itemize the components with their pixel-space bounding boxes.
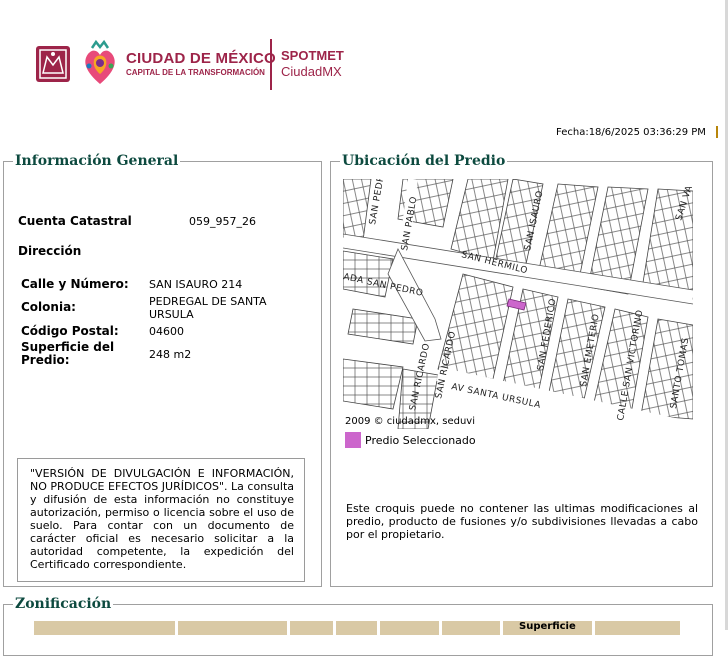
selected-parcel-swatch [345,432,361,448]
map-copyright: 2009 © ciudadmx, seduvi [345,416,476,427]
superficie-label: Superficie del Predio: [21,340,115,367]
croquis-note: Este croquis puede no contener las ultim… [346,502,698,541]
map-drawing: SAN PEDRO SAN PABLO SAN HERMILO SAN ISAU… [343,179,693,429]
colonia-label: Colonia: [21,300,76,314]
date-separator [716,126,718,138]
city-tagline: CAPITAL DE LA TRANSFORMACIÓN [126,68,265,77]
info-general-legend: Información General [15,153,179,169]
direccion-label: Dirección [18,244,82,258]
calle-value: SAN ISAURO 214 [149,278,243,291]
cdmx-heart-logo [85,39,115,84]
colonia-value: PEDREGAL DE SANTA URSULA [149,295,267,321]
zon-header-cell [595,621,680,635]
cuenta-catastral-value: 059_957_26 [189,215,256,228]
cdmx-coat-of-arms-icon [36,46,70,82]
zon-header-cell [442,621,500,635]
city-name: CIUDAD DE MÉXICO [126,50,276,67]
codigo-postal-label: Código Postal: [21,324,119,338]
superficie-value: 248 m2 [149,348,192,361]
calle-label: Calle y Número: [21,277,129,291]
cuenta-catastral-label: Cuenta Catastral [18,214,132,228]
zon-header-cell [34,621,175,635]
zon-header-cell [336,621,377,635]
selected-parcel-legend: Predio Seleccionado [365,434,476,447]
header: CIUDAD DE MÉXICO CAPITAL DE LA TRANSFORM… [0,0,728,120]
app-title: SPOTMET [281,48,344,63]
zon-header-cell [380,621,439,635]
location-map[interactable]: SAN PEDRO SAN PABLO SAN HERMILO SAN ISAU… [343,179,693,429]
ubicacion-legend: Ubicación del Predio [342,153,506,169]
zonificacion-legend: Zonificación [15,596,112,612]
zon-header-superficie: Superficie [519,621,576,632]
app-subtitle: CiudadMX [281,64,342,79]
zon-header-cell [290,621,333,635]
codigo-postal-value: 04600 [149,325,184,338]
header-divider [270,39,272,90]
disclaimer-box: "VERSIÓN DE DIVULGACIÓN E INFORMACIÓN, N… [17,458,305,582]
zon-header-cell [178,621,287,635]
date-label: Fecha:18/6/2025 03:36:29 PM [556,127,706,138]
